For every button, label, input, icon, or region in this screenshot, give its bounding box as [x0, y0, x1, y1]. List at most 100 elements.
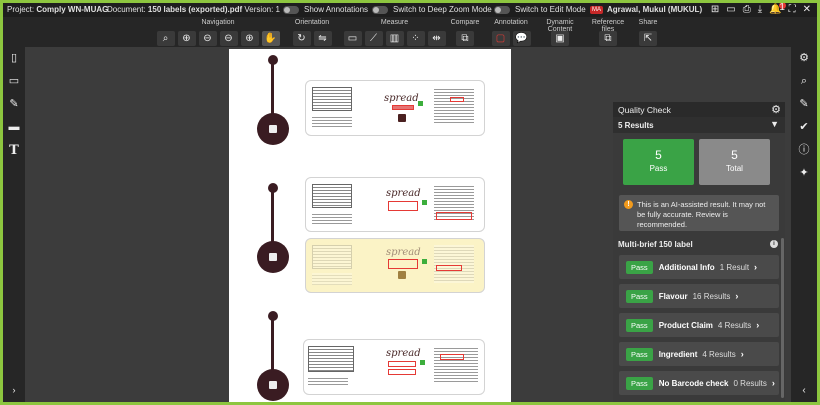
ruler-icon[interactable]: ▭ [343, 31, 362, 46]
quality-check-header: Quality Check ⚙ [613, 102, 785, 117]
share-icon[interactable]: ⇱ [639, 31, 657, 46]
document-info[interactable]: Document: 150 labels (exported).pdf Vers… [107, 5, 289, 14]
status-badge: Pass [626, 376, 653, 390]
reference-files-icon[interactable]: ⧉ [599, 31, 617, 46]
gear-icon[interactable]: ⚙ [771, 103, 781, 116]
show-annotations-toggle[interactable]: Show Annotations [283, 5, 368, 14]
toggle-switch-icon[interactable] [283, 5, 299, 14]
user-name: Agrawal, Mukul (MUKUL) [607, 5, 703, 14]
project-name: Comply WN-MUAG [36, 5, 109, 14]
results-header: 5 Results ▼ [613, 117, 785, 133]
brand-logo: spread [386, 348, 421, 359]
toggle-switch-icon[interactable] [372, 5, 388, 14]
comments-icon[interactable]: ▬ [3, 116, 25, 139]
check-name: No Barcode check [658, 378, 729, 388]
document-canvas[interactable]: spread spread spread spread Quality Chec… [25, 47, 791, 402]
edit-icon[interactable]: ✎ [3, 93, 25, 116]
check-row-flavour[interactable]: Pass Flavour 16 Results › [619, 284, 779, 308]
text-tool-icon[interactable]: T [3, 139, 25, 162]
chevron-right-icon[interactable]: › [754, 262, 757, 272]
warning-icon: ! [624, 200, 633, 209]
rectangle-annotation-icon[interactable]: ▢ [491, 31, 510, 46]
check-name: Flavour [658, 291, 688, 301]
rotate-icon[interactable]: ↻ [292, 31, 311, 46]
user-menu[interactable]: MA Agrawal, Mukul (MUKUL) [590, 5, 702, 14]
eyedropper-icon[interactable]: ⟋ [364, 31, 383, 46]
expand-panel-icon[interactable]: › [3, 379, 25, 402]
check-name: Ingredient [658, 349, 698, 359]
check-circle-icon[interactable]: ✔ [791, 116, 817, 139]
toggle-switch-icon[interactable] [494, 5, 510, 14]
flip-icon[interactable]: ⇋ [313, 31, 332, 46]
edit-mode-toggle[interactable]: Switch to Edit Mode [494, 5, 586, 14]
chevron-right-icon[interactable]: › [772, 378, 775, 388]
result-count: 1 Result [719, 262, 750, 272]
pan-hand-icon[interactable]: ✋ [261, 31, 280, 46]
panel-title: Quality Check [618, 105, 671, 115]
status-badge: Pass [626, 347, 653, 361]
chevron-right-icon[interactable]: › [735, 291, 738, 301]
ai-notice: ! This is an AI-assisted result. It may … [619, 195, 779, 231]
notification-icon[interactable]: 🔔 1 [769, 3, 786, 16]
zoom-actual-icon[interactable]: ⊕ [240, 31, 259, 46]
brand-logo: spread [386, 188, 421, 199]
deep-zoom-toggle[interactable]: Switch to Deep Zoom Mode [372, 5, 492, 14]
total-summary-card[interactable]: 5 Total [699, 139, 770, 185]
zoom-in-icon[interactable]: ⊕ [177, 31, 196, 46]
fullscreen-icon[interactable]: ⛶ [789, 4, 796, 16]
total-caption: Total [726, 164, 743, 173]
chevron-right-icon[interactable]: › [756, 320, 759, 330]
dynamic-content-icon[interactable]: ▣ [551, 31, 569, 46]
app-window: Project: Comply WN-MUAG Document: 150 la… [3, 3, 817, 402]
pass-caption: Pass [649, 164, 668, 173]
check-row-no-barcode[interactable]: Pass No Barcode check 0 Results › [619, 371, 779, 395]
print-icon[interactable]: ⎙ [743, 4, 751, 16]
close-icon[interactable]: ✕ [803, 4, 811, 16]
label-artwork-highlighted: spread [305, 238, 485, 293]
avatar: MA [590, 5, 603, 14]
ai-assistant-icon[interactable]: ✦ [791, 162, 817, 185]
search-icon[interactable]: ⌕ [156, 31, 175, 46]
measure-label: Measure [380, 19, 409, 26]
annotation-label: Annotation [494, 19, 528, 26]
result-count: 0 Results [733, 378, 767, 388]
chevron-right-icon[interactable]: › [741, 349, 744, 359]
layout-icon[interactable]: ▭ [726, 4, 735, 16]
collapse-panel-icon[interactable]: ‹ [791, 379, 817, 402]
show-annotations-label: Show Annotations [304, 5, 369, 14]
barcode-icon[interactable]: ▥ [385, 31, 404, 46]
main-toolbar: Navigation ⌕ ⊕ ⊖ ⊖ ⊕ ✋ Orientation ↻ ⇋ M… [3, 17, 817, 47]
status-badge: Pass [626, 289, 653, 303]
zoom-fit-icon[interactable]: ⊖ [219, 31, 238, 46]
distance-icon[interactable]: ⇹ [427, 31, 446, 46]
dynamic-content-group: Dynamic Content ▣ [535, 19, 585, 46]
page-icon[interactable]: ▯ [3, 47, 25, 70]
grid-icon[interactable]: ⁘ [406, 31, 425, 46]
pass-summary-card[interactable]: 5 Pass [623, 139, 694, 185]
panel-scrollbar[interactable] [781, 238, 784, 398]
help-icon[interactable]: ⊞ [711, 4, 719, 16]
filter-icon[interactable]: ▼ [770, 119, 779, 129]
reference-files-group: Reference files ⧉ [586, 19, 630, 46]
check-name: Product Claim [658, 320, 713, 330]
quality-check-panel: Quality Check ⚙ 5 Results ▼ 5 Pass 5 Tot… [613, 102, 785, 402]
check-row-ingredient[interactable]: Pass Ingredient 4 Results › [619, 342, 779, 366]
document-page[interactable]: spread spread spread spread [229, 49, 511, 402]
zoom-out-icon[interactable]: ⊖ [198, 31, 217, 46]
comment-icon[interactable]: 💬 [512, 31, 531, 46]
info-icon[interactable]: i [770, 240, 778, 248]
settings-icon[interactable]: ⚙ [791, 47, 817, 70]
search-icon[interactable]: ⌕ [791, 70, 817, 93]
info-icon[interactable]: ⓘ [791, 139, 817, 162]
edit-icon[interactable]: ✎ [791, 93, 817, 116]
compare-icon[interactable]: ⧉ [456, 31, 474, 46]
download-icon[interactable]: ⤓ [758, 4, 762, 16]
eraser-icon[interactable]: ▭ [3, 70, 25, 93]
brand-logo: spread [384, 93, 419, 104]
project-label: Project: [7, 5, 35, 14]
check-row-additional-info[interactable]: Pass Additional Info 1 Result › [619, 255, 779, 279]
share-group: Share ⇱ [633, 19, 663, 46]
orientation-label: Orientation [294, 19, 330, 26]
check-row-product-claim[interactable]: Pass Product Claim 4 Results › [619, 313, 779, 337]
measure-group: Measure ▭ ⟋ ▥ ⁘ ⇹ [342, 19, 447, 46]
